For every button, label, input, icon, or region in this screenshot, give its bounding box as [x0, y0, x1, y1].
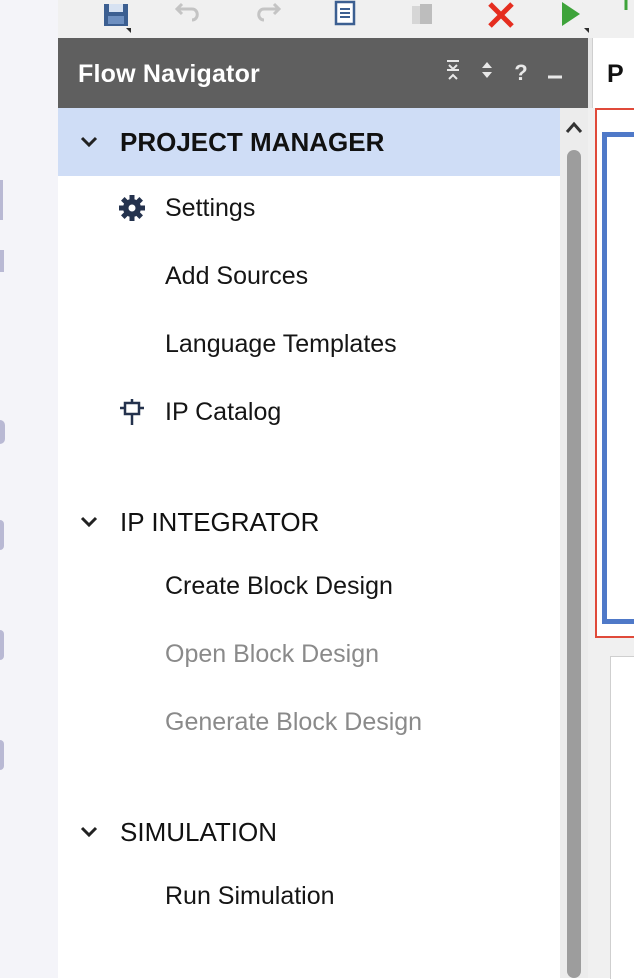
tab-project-summary[interactable]: P	[592, 38, 634, 108]
paste-icon[interactable]	[408, 0, 438, 34]
nav-item-label: Run Simulation	[165, 881, 335, 910]
flow-navigator-tools: ?	[436, 60, 572, 86]
nav-item-label: Language Templates	[165, 329, 397, 358]
nav-item-create-block-design[interactable]: Create Block Design	[58, 556, 560, 616]
save-icon[interactable]	[102, 0, 132, 34]
left-dock-strip	[0, 0, 58, 978]
nav-item-label: IP Catalog	[165, 397, 282, 426]
redo-icon[interactable]	[252, 0, 282, 34]
main-toolbar	[58, 0, 634, 38]
nav-item-run-simulation[interactable]: Run Simulation	[58, 866, 560, 926]
expand-all-icon[interactable]	[470, 59, 504, 87]
flow-navigator-tree: PROJECT MANAGER Settings Add Sources Lan…	[58, 108, 560, 978]
copy-icon[interactable]	[330, 0, 360, 34]
scroll-up-arrow-icon[interactable]	[564, 118, 584, 136]
nav-item-label: Open Block Design	[165, 639, 380, 668]
dock-marker	[0, 180, 3, 220]
chevron-down-icon	[80, 516, 98, 528]
tab-label: P	[607, 60, 624, 88]
dock-marker	[0, 250, 4, 272]
nav-item-label: Settings	[165, 193, 256, 222]
section-project-manager[interactable]: PROJECT MANAGER	[58, 108, 560, 176]
project-summary-body	[588, 108, 634, 979]
section-simulation[interactable]: SIMULATION	[58, 798, 560, 866]
run-icon[interactable]	[558, 0, 592, 34]
nav-item-label: Generate Block Design	[165, 707, 423, 736]
nav-item-label: Create Block Design	[165, 571, 393, 600]
chevron-down-icon	[80, 136, 98, 148]
nav-item-label: Add Sources	[165, 261, 309, 290]
highlight-frame-blue	[602, 132, 634, 624]
highlight-frame-red	[595, 108, 634, 638]
nav-item-settings[interactable]: Settings	[58, 178, 560, 238]
lower-panel	[610, 656, 634, 979]
dock-marker	[0, 520, 4, 550]
flow-navigator-title: Flow Navigator	[78, 60, 260, 88]
dock-marker	[0, 420, 5, 444]
download-icon[interactable]	[620, 0, 634, 34]
gear-icon	[119, 195, 145, 221]
nav-item-language-templates[interactable]: Language Templates	[58, 314, 560, 374]
scroll-thumb[interactable]	[567, 150, 581, 978]
ip-plug-icon	[120, 399, 144, 425]
minimize-icon[interactable]	[538, 59, 572, 87]
help-icon[interactable]: ?	[504, 60, 538, 86]
project-summary-header: P	[588, 38, 634, 108]
cancel-icon[interactable]	[484, 0, 518, 34]
nav-item-generate-block-design[interactable]: Generate Block Design	[58, 692, 560, 752]
section-label: IP INTEGRATOR	[120, 506, 320, 537]
section-ip-integrator[interactable]: IP INTEGRATOR	[58, 488, 560, 556]
nav-item-add-sources[interactable]: Add Sources	[58, 246, 560, 306]
dock-marker	[0, 740, 4, 770]
chevron-down-icon	[80, 826, 98, 838]
nav-item-ip-catalog[interactable]: IP Catalog	[58, 382, 560, 442]
flow-navigator-header: Flow Navigator ?	[58, 38, 588, 108]
section-label: PROJECT MANAGER	[120, 126, 385, 157]
dock-marker	[0, 630, 4, 660]
undo-icon[interactable]	[174, 0, 204, 34]
nav-item-open-block-design[interactable]: Open Block Design	[58, 624, 560, 684]
section-label: SIMULATION	[120, 816, 277, 847]
flow-navigator-scrollbar[interactable]	[560, 108, 588, 978]
collapse-all-icon[interactable]	[436, 59, 470, 87]
